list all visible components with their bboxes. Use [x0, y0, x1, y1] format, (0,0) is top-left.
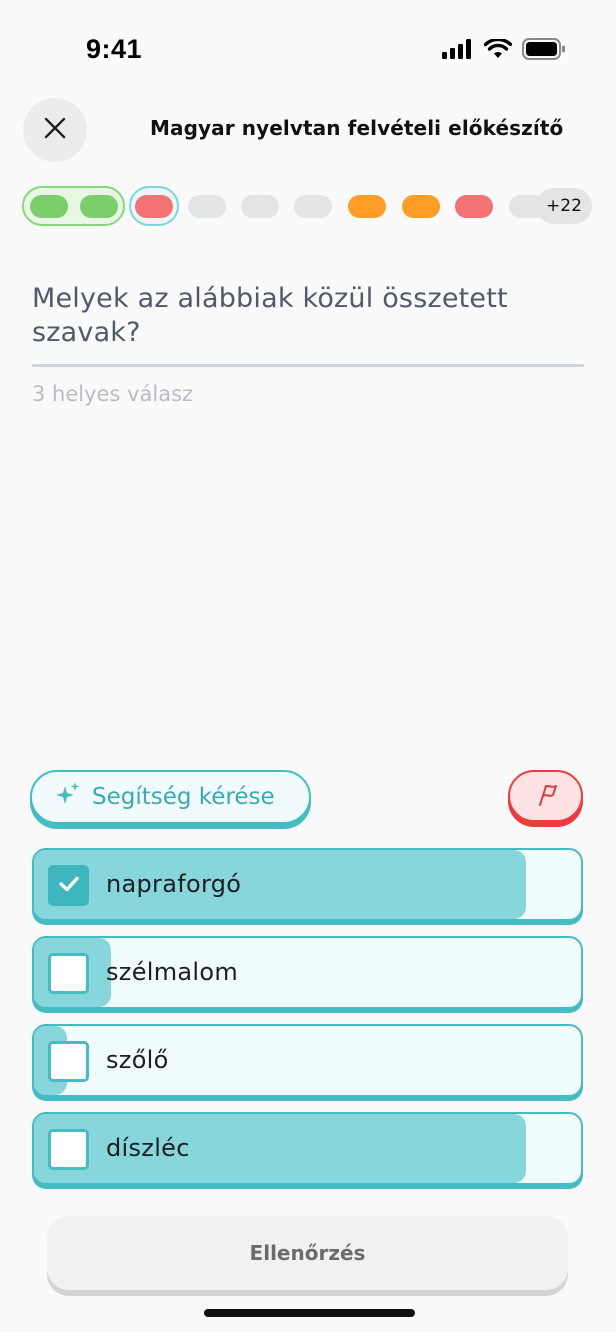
progress-step-9[interactable] [455, 195, 493, 218]
sparkle-icon [54, 780, 82, 814]
progress-step-5[interactable] [241, 195, 279, 218]
answer-option[interactable]: szőlő [32, 1024, 583, 1097]
flag-icon [532, 780, 560, 812]
close-button[interactable] [23, 98, 87, 162]
progress-step-3[interactable] [135, 195, 173, 218]
status-time: 9:41 [86, 34, 143, 64]
answer-checkbox[interactable] [48, 865, 89, 906]
progress-step-1[interactable] [30, 195, 68, 218]
answer-option[interactable]: díszléc [32, 1112, 583, 1185]
home-indicator [204, 1309, 415, 1317]
help-button[interactable]: Segítség kérése [30, 770, 311, 824]
page-title: Magyar nyelvtan felvételi előkészítő [150, 116, 564, 140]
question-divider [32, 364, 584, 367]
question-progress: +22 [22, 186, 598, 226]
answer-checkbox[interactable] [48, 1041, 89, 1082]
answer-label: szőlő [106, 1046, 169, 1074]
answer-checkbox[interactable] [48, 1129, 89, 1170]
progress-step-7[interactable] [348, 195, 386, 218]
answer-label: szélmalom [106, 958, 239, 986]
wifi-icon [483, 37, 513, 63]
more-questions-badge[interactable]: +22 [536, 188, 592, 224]
answer-option[interactable]: szélmalom [32, 936, 583, 1009]
close-icon [44, 117, 66, 143]
answer-label: napraforgó [106, 870, 242, 898]
answer-checkbox[interactable] [48, 953, 89, 994]
battery-icon [522, 38, 566, 64]
check-icon [58, 875, 80, 897]
help-button-label: Segítség kérése [92, 784, 275, 810]
report-button[interactable] [508, 770, 583, 822]
answer-label: díszléc [106, 1134, 190, 1162]
question-text: Melyek az alábbiak közül összetett szava… [32, 283, 508, 348]
status-bar: 9:41 [0, 0, 616, 100]
progress-step-4[interactable] [188, 195, 226, 218]
cellular-signal-icon [442, 39, 474, 63]
progress-step-2[interactable] [80, 195, 118, 218]
correct-answer-count: 3 helyes válasz [32, 382, 194, 406]
progress-step-6[interactable] [294, 195, 332, 218]
answer-option[interactable]: napraforgó [32, 848, 583, 921]
status-icons [442, 37, 566, 64]
check-answer-button[interactable]: Ellenőrzés [47, 1216, 568, 1290]
progress-step-8[interactable] [402, 195, 440, 218]
